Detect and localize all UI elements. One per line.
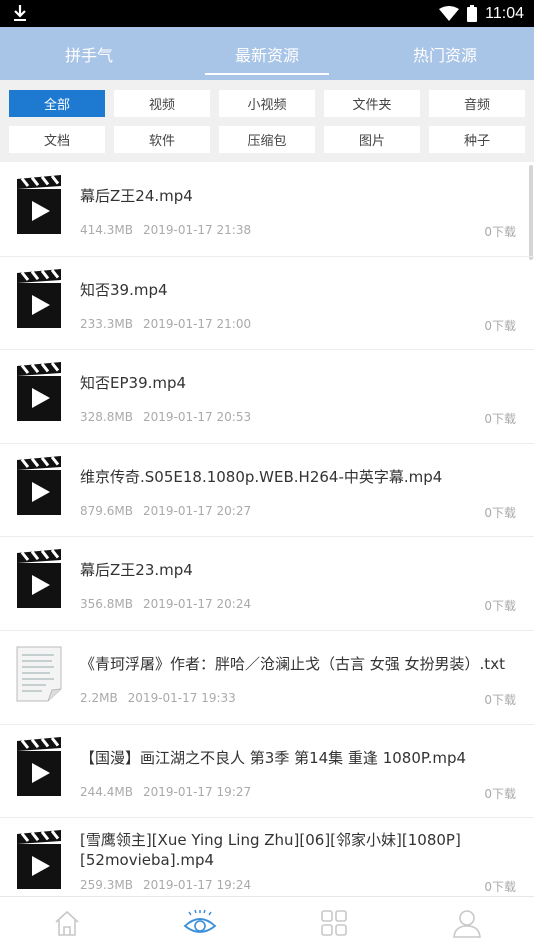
video-file-icon [16,268,62,329]
file-size: 244.4MB [80,784,133,799]
file-name: 幕后Z王24.mp4 [80,187,193,205]
wifi-icon [439,6,460,21]
download-count: 0下载 [484,786,516,801]
file-size: 328.8MB [80,410,133,425]
upload-date: 2019-01-17 19:24 [142,878,252,893]
video-file-icon [16,736,62,797]
video-file-icon [16,175,62,235]
filter-chip-folder[interactable]: 文件夹 [324,90,420,117]
file-name: 幕后Z王23.mp4 [80,561,193,580]
file-name: 【国漫】画江湖之不良人 第3季 第14集 重逢 1080P.mp4 [80,748,467,767]
download-icon [14,5,26,21]
file-meta: 233.3MB 2019-01-17 21:00 [80,317,251,331]
eye-icon [183,909,217,933]
tab-label: 拼手气 [64,45,113,65]
tab-bar: 拼手气 最新资源 热门资源 [0,27,534,80]
upload-date: 2019-01-17 20:53 [142,410,252,425]
filter-chip-short-video[interactable]: 小视频 [219,90,315,117]
list-item[interactable]: 知否EP39.mp4 328.8MB 2019-01-17 20:53 0下载 [0,350,534,444]
file-size: 414.3MB [80,223,133,237]
filter-row-1: 全部 视频 小视频 文件夹 音频 [0,90,534,117]
download-count: 0下载 [484,412,516,427]
list-item[interactable]: 《青珂浮屠》作者：胖哈／沧澜止戈（古言 女强 女扮男装）.txt 2.2MB 201… [0,631,534,725]
filter-chip-torrent[interactable]: 种子 [429,126,525,153]
file-name: 维京传奇.S05E18.1080p.WEB.H264-中英字幕.mp4 [80,467,443,486]
upload-date: 2019-01-17 21:00 [142,316,252,331]
file-meta: 879.6MB 2019-01-17 20:27 [80,504,251,518]
category-filters: 全部 视频 小视频 文件夹 音频 文档 软件 压缩包 图片 种子 [0,80,534,162]
download-count: 0下载 [484,505,516,520]
status-bar: 11:04 [0,0,534,27]
tab-label: 热门资源 [412,45,477,65]
tab-lucky[interactable]: 拼手气 [0,27,178,80]
tab-popular[interactable]: 热门资源 [356,27,534,80]
resource-list[interactable]: 幕后Z王24.mp4 414.3MB 2019-01-17 21:38 0下载 知否39… [0,163,534,896]
nav-profile[interactable] [401,897,534,949]
filter-chip-software[interactable]: 软件 [114,126,210,153]
file-size: 356.8MB [80,597,133,612]
file-meta: 244.4MB 2019-01-17 19:27 [80,785,251,799]
battery-icon [467,5,478,22]
upload-date: 2019-01-17 19:27 [142,784,252,799]
file-name: [雪鹰领主][Xue Ying Ling Zhu][06][邻家小妹][1080… [80,831,461,870]
download-count: 0下载 [484,599,516,614]
download-count: 0下载 [484,225,516,239]
tab-label: 最新资源 [234,45,299,65]
filter-chip-archive[interactable]: 压缩包 [219,126,315,153]
nav-home[interactable] [0,897,134,949]
filter-chip-image[interactable]: 图片 [324,126,420,153]
user-icon [453,910,482,938]
text-file-icon [16,643,62,703]
list-item[interactable]: [雪鹰领主][Xue Ying Ling Zhu][06][邻家小妹][1080… [0,818,534,896]
active-tab-indicator [205,73,329,75]
clock: 11:04 [485,4,524,22]
download-count: 0下载 [484,692,516,707]
list-item[interactable]: 幕后Z王24.mp4 414.3MB 2019-01-17 21:38 0下载 [0,163,534,257]
file-size: 2.2MB [80,690,118,705]
filter-row-2: 文档 软件 压缩包 图片 种子 [0,126,534,153]
file-size: 259.3MB [80,878,133,893]
video-file-icon [16,549,62,609]
upload-date: 2019-01-17 19:33 [127,690,236,705]
filter-chip-audio[interactable]: 音频 [429,90,525,117]
tab-latest[interactable]: 最新资源 [178,27,356,80]
download-count: 0下载 [484,318,516,333]
video-file-icon [16,362,62,422]
upload-date: 2019-01-17 20:24 [142,597,252,612]
filter-chip-document[interactable]: 文档 [9,126,105,153]
file-name: 知否EP39.mp4 [80,374,187,393]
filter-chip-video[interactable]: 视频 [114,90,210,117]
grid-icon [320,910,347,936]
list-item[interactable]: 知否39.mp4 233.3MB 2019-01-17 21:00 0下载 [0,257,534,351]
video-file-icon [16,830,62,890]
nav-categories[interactable] [267,897,401,949]
bottom-nav [0,896,534,949]
upload-date: 2019-01-17 20:27 [142,503,252,518]
filter-chip-all[interactable]: 全部 [9,90,105,117]
file-name: 知否39.mp4 [80,280,168,299]
file-meta: 356.8MB 2019-01-17 20:24 [80,597,251,611]
download-count: 0下载 [484,880,516,895]
file-meta: 259.3MB 2019-01-17 19:24 [80,878,251,892]
file-name: 《青珂浮屠》作者：胖哈／沧澜止戈（古言 女强 女扮男装）.txt [80,654,505,673]
video-file-icon [16,455,62,516]
file-meta: 2.2MB 2019-01-17 19:33 [80,691,236,705]
file-size: 879.6MB [80,503,133,518]
list-item[interactable]: 【国漫】画江湖之不良人 第3季 第14集 重逢 1080P.mp4 244.4MB… [0,725,534,819]
file-meta: 414.3MB 2019-01-17 21:38 [80,223,251,237]
home-icon [55,910,79,936]
nav-discover[interactable] [134,897,268,949]
list-item[interactable]: 维京传奇.S05E18.1080p.WEB.H264-中英字幕.mp4 879.6… [0,444,534,538]
file-size: 233.3MB [80,316,133,331]
file-meta: 328.8MB 2019-01-17 20:53 [80,410,251,424]
upload-date: 2019-01-17 21:38 [142,223,252,237]
list-item[interactable]: 幕后Z王23.mp4 356.8MB 2019-01-17 20:24 0下载 [0,537,534,631]
